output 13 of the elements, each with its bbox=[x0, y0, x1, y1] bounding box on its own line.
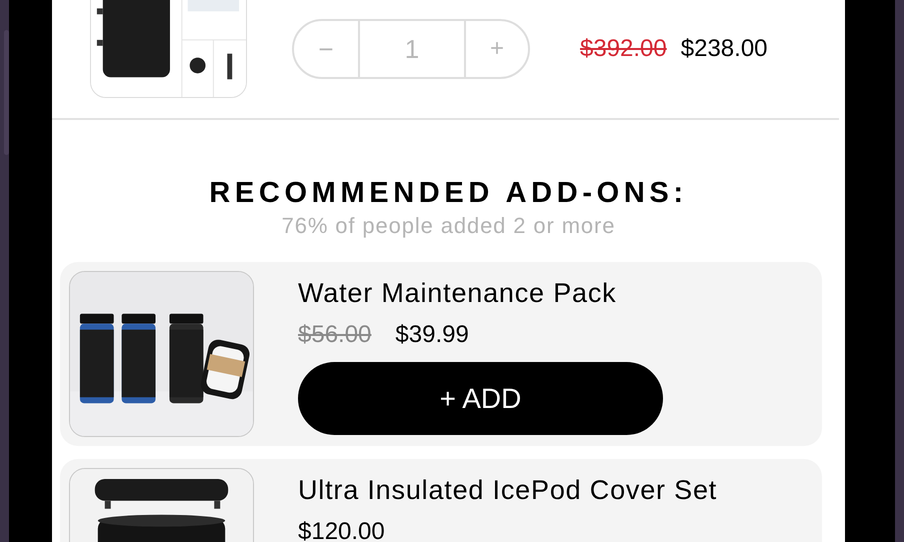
section-subheading: 76% of people added 2 or more bbox=[282, 212, 616, 240]
price: $120.00 bbox=[298, 518, 385, 542]
addon-title: Water Maintenance Pack bbox=[298, 277, 618, 309]
decrement-button[interactable]: − bbox=[294, 21, 360, 77]
price: $39.99 bbox=[395, 321, 469, 349]
quantity-value[interactable]: 1 bbox=[360, 21, 464, 77]
section-heading: RECOMMENDED ADD-ONS: bbox=[209, 176, 688, 210]
addon-title: Ultra Insulated IcePod Cover Set bbox=[298, 474, 718, 506]
price: $238.00 bbox=[680, 34, 768, 64]
compare-price: $56.00 bbox=[298, 321, 372, 349]
increment-button[interactable]: + bbox=[464, 21, 528, 77]
add-button[interactable]: + ADD bbox=[298, 362, 663, 435]
compare-price: $392.00 bbox=[580, 34, 667, 64]
